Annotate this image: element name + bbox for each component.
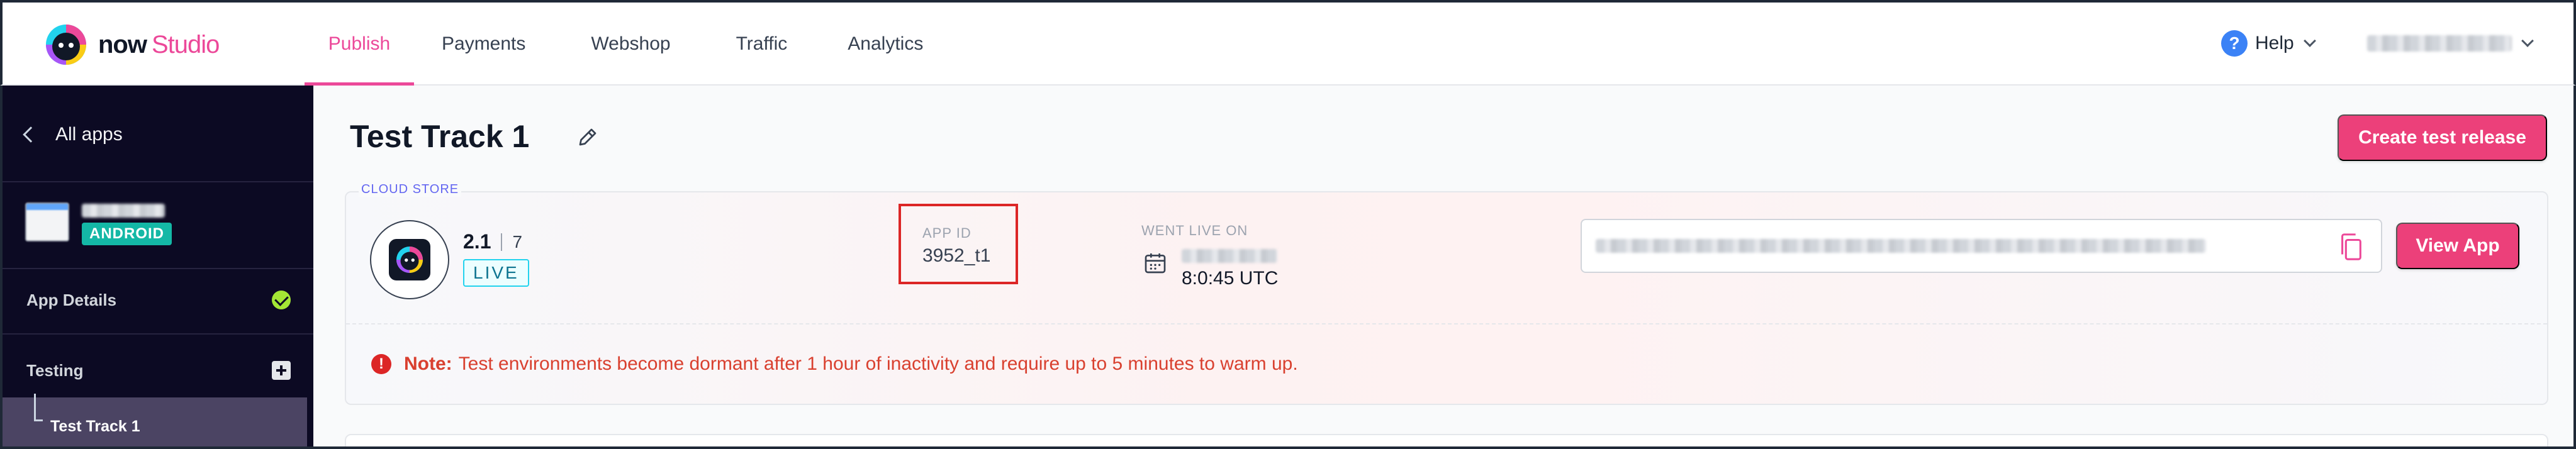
app-icon — [370, 220, 449, 299]
note-label: Note: — [404, 353, 452, 374]
release-version: 2.1 7 — [463, 230, 522, 253]
sidebar-item-app-details[interactable]: App Details — [26, 284, 291, 316]
window-border — [0, 446, 2576, 449]
back-to-all-apps[interactable]: All apps — [21, 116, 123, 153]
section-label: CLOUD STORE — [359, 182, 462, 197]
app-logo-icon — [396, 246, 423, 274]
app-url-field[interactable] — [1581, 219, 2382, 273]
chevron-down-icon — [2303, 35, 2316, 47]
user-name-redacted — [2367, 35, 2512, 52]
sidebar-item-label: Testing — [26, 360, 84, 380]
calendar-icon — [1145, 253, 1166, 274]
version-separator — [501, 233, 503, 251]
help-label: Help — [2255, 33, 2294, 53]
app-id-highlight — [899, 204, 1018, 284]
app-id-label: APP ID — [922, 225, 972, 241]
status-badge: LIVE — [463, 259, 529, 287]
sidebar-item-label: Test Track 1 — [50, 417, 140, 435]
sidebar-app-card[interactable]: ANDROID — [25, 202, 172, 245]
user-menu[interactable] — [2367, 29, 2534, 58]
sidebar: All apps ANDROID App Details Testing Tes… — [0, 86, 313, 449]
nav-item-webshop[interactable]: Webshop — [591, 3, 670, 86]
note-text: Test environments become dormant after 1… — [458, 353, 1298, 374]
logo-icon — [389, 239, 430, 280]
chevron-left-icon — [23, 126, 39, 143]
app-name-redacted — [82, 204, 165, 218]
app-thumbnail — [25, 202, 69, 241]
platform-badge: ANDROID — [82, 223, 172, 245]
sidebar-divider — [3, 268, 313, 269]
nav-item-analytics[interactable]: Analytics — [848, 3, 923, 86]
brand-name: now Studio — [98, 30, 220, 59]
plus-icon[interactable] — [272, 361, 291, 380]
tree-connector — [34, 394, 43, 421]
alert-icon: ! — [371, 354, 391, 374]
main-nav: Publish Payments Webshop Traffic Analyti… — [305, 3, 923, 86]
went-live-label: WENT LIVE ON — [1141, 223, 1248, 238]
nav-item-payments[interactable]: Payments — [442, 3, 525, 86]
copy-icon[interactable] — [2338, 233, 2363, 262]
sidebar-divider — [3, 181, 313, 182]
create-test-release-button[interactable]: Create test release — [2338, 114, 2547, 161]
app-meta: ANDROID — [82, 202, 172, 245]
nav-item-traffic[interactable]: Traffic — [736, 3, 788, 86]
version-number: 2.1 — [463, 230, 491, 253]
sidebar-item-test-track-1[interactable]: Test Track 1 — [3, 394, 307, 449]
app-id-value[interactable]: 3952_t1 — [922, 245, 990, 267]
sidebar-item-label: App Details — [26, 290, 117, 309]
build-number: 7 — [512, 231, 523, 252]
check-icon — [272, 291, 291, 309]
brand-now: now — [98, 30, 147, 58]
top-navigation-bar: now Studio Publish Payments Webshop Traff… — [0, 0, 2576, 86]
sidebar-divider — [3, 333, 313, 335]
brand-studio: Studio — [151, 30, 220, 58]
brand-logo[interactable]: now Studio — [44, 23, 220, 67]
sidebar-item-testing[interactable]: Testing — [26, 355, 291, 386]
chevron-down-icon — [2521, 35, 2534, 47]
logo-icon — [46, 25, 86, 65]
went-live-date-redacted — [1182, 249, 1277, 263]
main-content: Test Track 1 Create test release CLOUD S… — [313, 86, 2576, 449]
app-url-redacted — [1596, 239, 2206, 253]
view-app-button[interactable]: View App — [2396, 223, 2519, 269]
page-title: Test Track 1 — [350, 119, 530, 154]
back-label: All apps — [55, 124, 123, 145]
edit-icon[interactable] — [576, 126, 599, 148]
went-live-time: 8:0:45 UTC — [1182, 268, 1279, 289]
release-card: CLOUD STORE 2.1 7 LIVE APP ID 3952_t1 WE… — [345, 182, 2548, 405]
card-divider — [346, 323, 2547, 324]
dormancy-note: ! Note: Test environments become dormant… — [371, 353, 1298, 375]
nav-item-publish[interactable]: Publish — [305, 3, 414, 86]
help-icon: ? — [2221, 30, 2248, 57]
help-menu[interactable]: ? Help — [2221, 28, 2316, 59]
